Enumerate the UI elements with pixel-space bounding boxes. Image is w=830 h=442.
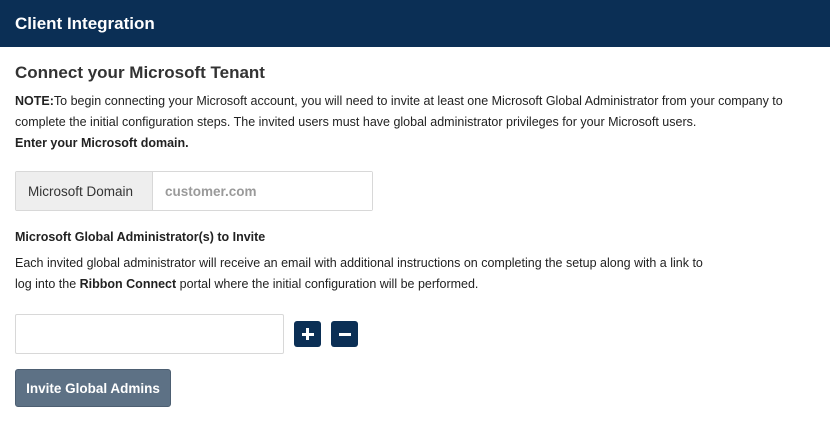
admins-desc-part2: portal where the initial configuration w… <box>176 277 479 291</box>
minus-icon <box>338 328 351 340</box>
admin-email-input[interactable] <box>15 314 284 354</box>
header-bar: Client Integration <box>0 0 830 47</box>
header-title: Client Integration <box>15 13 155 33</box>
domain-section-label: Enter your Microsoft domain. <box>15 136 189 150</box>
domain-input[interactable] <box>153 172 372 210</box>
main-content: Connect your Microsoft Tenant NOTE:To be… <box>0 63 830 407</box>
invite-global-admins-button[interactable]: Invite Global Admins <box>15 369 171 407</box>
plus-icon <box>301 328 314 340</box>
add-admin-button[interactable] <box>294 321 321 347</box>
admins-description: Each invited global administrator will r… <box>15 253 715 295</box>
domain-input-group: Microsoft Domain <box>15 171 373 211</box>
domain-addon-label: Microsoft Domain <box>16 172 153 210</box>
note-paragraph: NOTE:To begin connecting your Microsoft … <box>15 91 815 133</box>
admins-section-label: Microsoft Global Administrator(s) to Inv… <box>15 230 266 244</box>
note-label: NOTE: <box>15 94 54 108</box>
note-text: To begin connecting your Microsoft accou… <box>15 94 783 129</box>
ribbon-connect-brand: Ribbon Connect <box>79 277 177 291</box>
page-title: Connect your Microsoft Tenant <box>15 63 265 82</box>
remove-admin-button[interactable] <box>331 321 358 347</box>
admin-email-row <box>15 314 815 354</box>
